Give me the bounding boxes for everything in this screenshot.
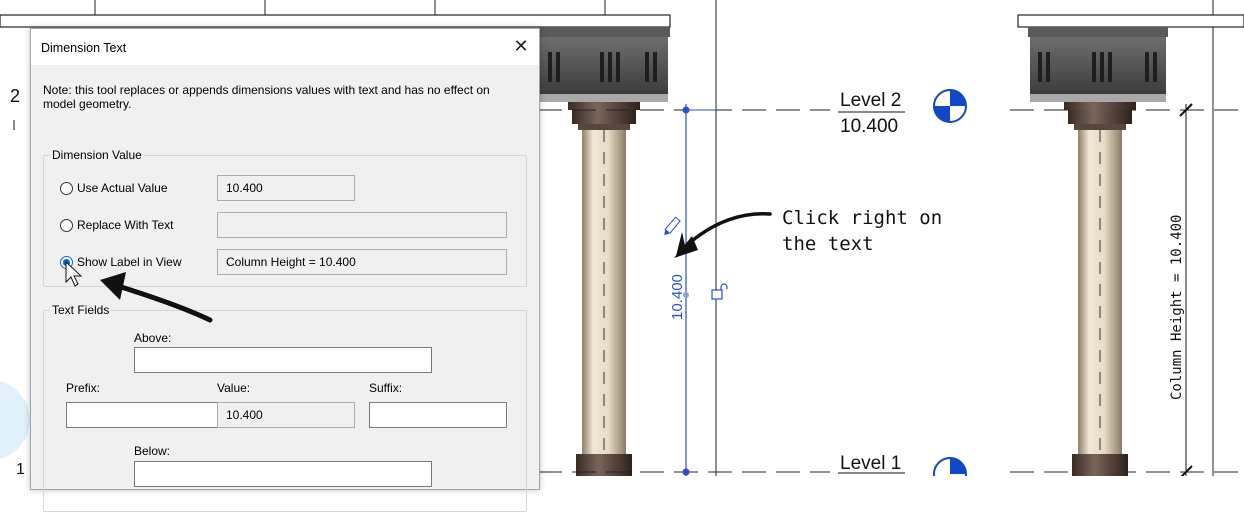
left-margin-marker-1: 1: [16, 461, 25, 476]
show-label-field: Column Height = 10.400: [217, 249, 507, 275]
text-fields-group-label: Text Fields: [50, 303, 112, 317]
replace-text-field: [217, 212, 507, 238]
level-2-elevation: 10.400: [840, 116, 898, 137]
dialog-note: Note: this tool replaces or appends dime…: [43, 83, 490, 111]
option-use-actual-value[interactable]: Use Actual Value: [60, 176, 168, 200]
level-2-head[interactable]: Level 2 10.400: [838, 89, 967, 137]
text-fields-group: Text Fields Above: Prefix: Value: 10.400…: [43, 303, 527, 512]
option-show-label-in-view[interactable]: Show Label in View: [60, 250, 182, 274]
suffix-label: Suffix:: [369, 381, 403, 395]
edit-pencil-icon[interactable]: [662, 216, 681, 237]
callout-annotation: Click right on the text: [674, 207, 942, 258]
left-margin-marker-2: 2: [10, 86, 20, 106]
callout-line-2: the text: [782, 233, 874, 255]
below-field[interactable]: [134, 461, 432, 487]
callout-line-1: Click right on: [782, 207, 942, 229]
show-label-in-view-radio[interactable]: [60, 255, 73, 269]
dimension-value-group-label: Dimension Value: [50, 148, 144, 162]
show-label-in-view-label: Show Label in View: [77, 255, 182, 269]
use-actual-value-label: Use Actual Value: [77, 181, 168, 195]
above-field[interactable]: [134, 347, 432, 373]
value-field: 10.400: [217, 402, 355, 428]
dimension-value-text[interactable]: 10.400: [669, 274, 686, 320]
dimension-text-dialog: Dimension Text ✕ Note: this tool replace…: [30, 28, 540, 512]
prefix-label: Prefix:: [66, 381, 101, 395]
dialog-titlebar[interactable]: Dimension Text ✕: [31, 29, 539, 65]
prefix-field[interactable]: [66, 402, 218, 428]
dimension-value-group: Dimension Value Use Actual Value 10.400 …: [43, 148, 527, 287]
background-watermark: [0, 381, 30, 459]
below-label: Below:: [134, 444, 171, 458]
actual-value-field: 10.400: [217, 175, 355, 201]
lock-icon[interactable]: [711, 283, 728, 300]
dialog-title: Dimension Text: [41, 41, 127, 55]
above-label: Above:: [134, 331, 172, 345]
value-label: Value:: [217, 381, 251, 395]
use-actual-value-radio[interactable]: [60, 181, 73, 195]
dimension-line[interactable]: [682, 104, 717, 476]
replace-with-text-label: Replace With Text: [77, 218, 174, 232]
close-button[interactable]: ✕: [503, 29, 539, 65]
level-2-name: Level 2: [840, 90, 901, 111]
entablature-right: [1017, 14, 1244, 102]
level-1-head[interactable]: Level 1: [838, 453, 967, 476]
column-left: [568, 102, 640, 476]
column-height-label[interactable]: Column Height = 10.400: [1169, 215, 1185, 400]
replace-with-text-radio[interactable]: [60, 218, 73, 232]
level-1-name: Level 1: [840, 453, 901, 474]
column-right: [1064, 102, 1136, 476]
option-replace-with-text[interactable]: Replace With Text: [60, 213, 174, 237]
suffix-field[interactable]: [369, 402, 507, 428]
